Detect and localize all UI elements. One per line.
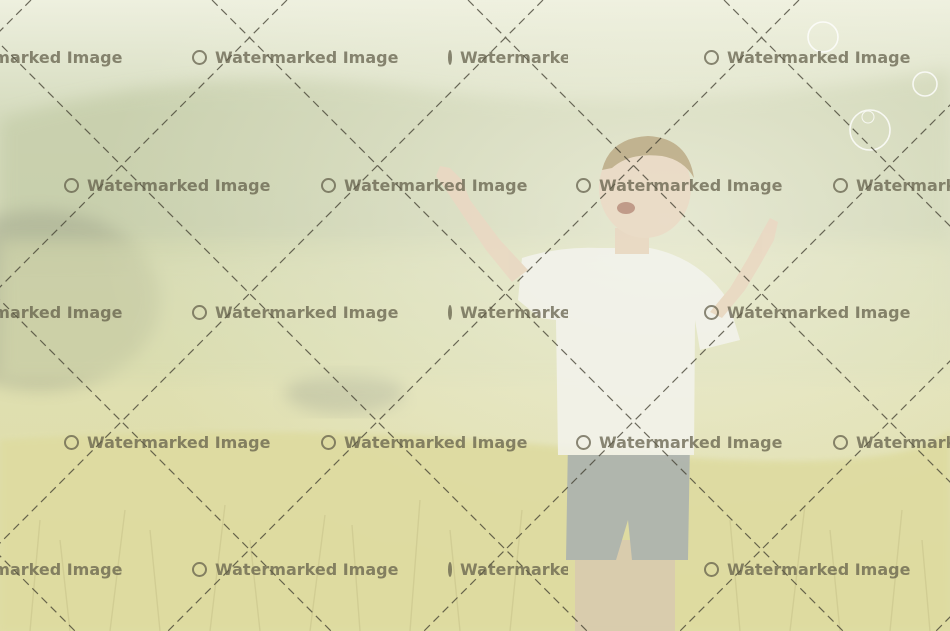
photo-scene: Watermarked Image Watermarked Image Wate… [0,0,950,631]
field-photo [0,0,950,631]
